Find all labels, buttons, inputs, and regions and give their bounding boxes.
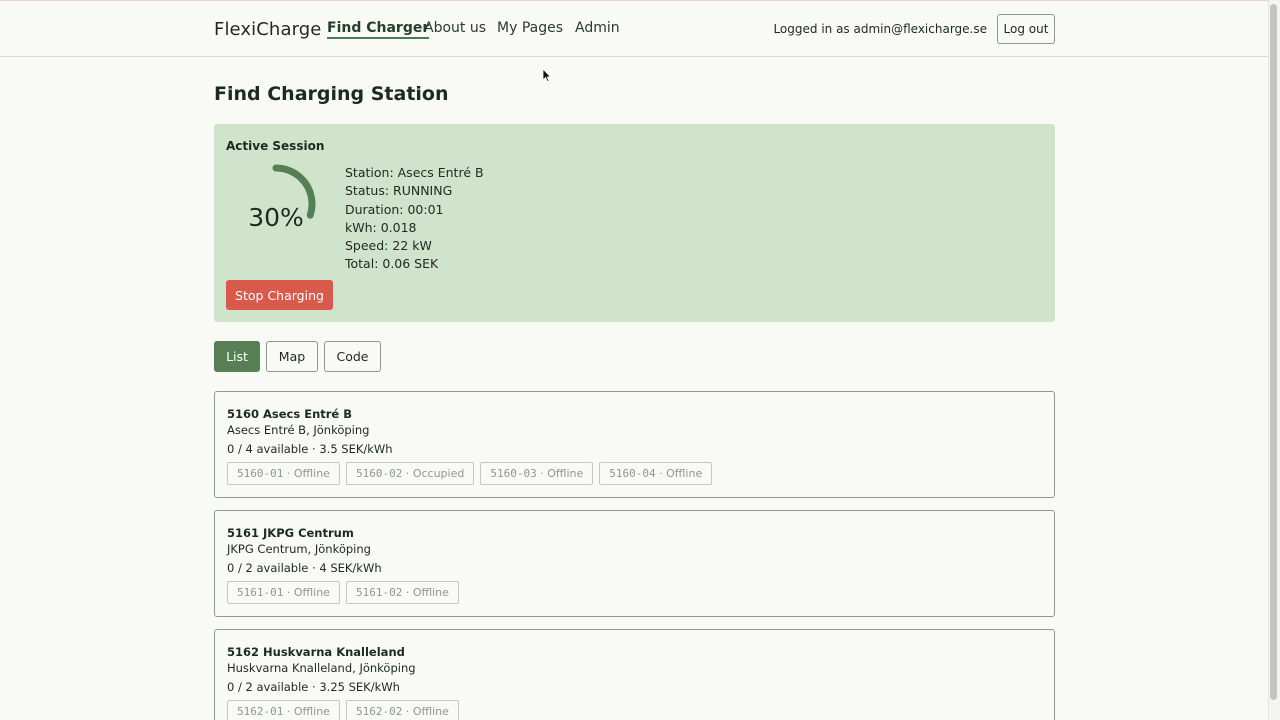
station-title: 5161 JKPG Centrum [227,526,354,540]
connector-status: Offline [293,705,330,718]
connector-chip[interactable]: 5160-02 · Occupied [345,462,475,485]
connector-status: Offline [666,467,703,480]
connector-status: Offline [547,467,584,480]
connector-list: 5160-01 · Offline 5160-02 · Occupied 516… [227,462,713,485]
station-card[interactable]: 5161 JKPG Centrum JKPG Centrum, Jönköpin… [214,510,1055,617]
session-duration: Duration: 00:01 [345,201,444,217]
connector-status: Offline [293,586,330,599]
brand-logo[interactable]: FlexiCharge [214,19,321,40]
connector-id: 5162-01 [237,705,284,718]
connector-status: Offline [412,705,449,718]
scrollbar-thumb[interactable] [1270,4,1277,700]
stop-charging-button[interactable]: Stop Charging [226,280,333,310]
station-address: Asecs Entré B, Jönköping [227,423,370,437]
connector-id: 5162-02 [355,705,403,718]
connector-chip[interactable]: 5160-01 · Offline [227,462,340,485]
nav-find-charger[interactable]: Find Charger [327,20,430,39]
station-availability: 0 / 4 available · 3.5 SEK/kWh [227,442,393,456]
connector-status: Offline [293,467,330,480]
session-station: Station: Asecs Entré B [345,165,484,180]
tab-code[interactable]: Code [324,341,381,372]
logout-button[interactable]: Log out [997,14,1055,44]
station-title: 5160 Asecs Entré B [227,407,353,421]
nav-admin[interactable]: Admin [575,20,620,36]
session-kwh: kWh: 0.018 [345,219,417,235]
connector-id: 5161-02 [355,586,403,599]
connector-status: Offline [412,586,449,599]
connector-chip[interactable]: 5162-02 · Offline [345,700,459,720]
station-title: 5162 Huskvarna Knalleland [227,645,405,659]
active-session-panel: Active Session 30% Station: Asecs Entré … [214,124,1055,322]
station-availability: 0 / 2 available · 3.25 SEK/kWh [227,680,400,694]
station-address: Huskvarna Knalleland, Jönköping [227,661,416,675]
session-details: Station: Asecs Entré B Status: RUNNING D… [345,164,484,274]
tab-map[interactable]: Map [266,341,318,372]
session-status: Status: RUNNING [345,183,453,199]
connector-id: 5160-01 [237,467,284,480]
connector-chip[interactable]: 5160-04 · Offline [599,462,713,485]
session-speed: Speed: 22 kW [345,238,432,254]
connector-id: 5160-02 [355,467,403,480]
page-title: Find Charging Station [214,83,449,105]
page-scrollbar[interactable] [1268,0,1280,720]
station-card[interactable]: 5162 Huskvarna Knalleland Huskvarna Knal… [214,629,1055,720]
mouse-pointer-icon [542,68,552,83]
nav-about-us[interactable]: About us [424,20,486,36]
connector-chip[interactable]: 5161-01 · Offline [227,581,340,604]
station-card[interactable]: 5160 Asecs Entré B Asecs Entré B, Jönköp… [214,391,1055,498]
connector-id: 5161-01 [237,586,284,599]
session-progress-label: 30% [248,203,304,232]
station-availability: 0 / 2 available · 4 SEK/kWh [227,561,382,575]
connector-id: 5160-03 [490,467,537,480]
connector-list: 5162-01 · Offline 5162-02 · Offline [227,700,459,720]
nav-my-pages[interactable]: My Pages [497,20,563,36]
session-total: Total: 0.06 SEK [345,256,439,272]
navbar: FlexiCharge Find Charger About us My Pag… [0,1,1268,57]
connector-status: Occupied [412,467,465,480]
connector-chip[interactable]: 5161-02 · Offline [345,581,459,604]
tab-list[interactable]: List [214,341,260,372]
station-address: JKPG Centrum, Jönköping [227,542,371,556]
connector-chip[interactable]: 5160-03 · Offline [480,462,594,485]
connector-chip[interactable]: 5162-01 · Offline [227,700,340,720]
connector-list: 5161-01 · Offline 5161-02 · Offline [227,581,459,604]
logged-in-status: Logged in as admin@flexicharge.se [773,22,987,36]
session-heading: Active Session [226,139,325,153]
connector-id: 5160-04 [609,467,656,480]
